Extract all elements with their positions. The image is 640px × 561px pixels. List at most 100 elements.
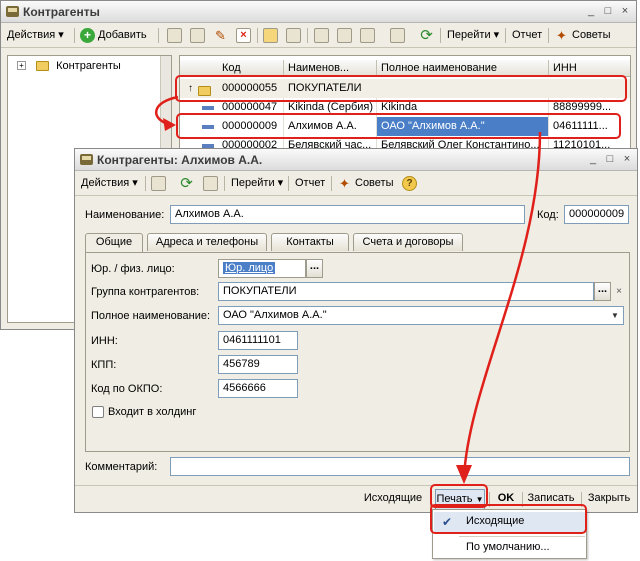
item-icon — [202, 106, 214, 110]
goto-menu-button[interactable]: Перейти ▾ — [447, 27, 499, 44]
menu-item-default[interactable]: По умолчанию... — [434, 538, 585, 558]
name-label: Наименование: — [85, 209, 165, 221]
minimize-icon[interactable]: _ — [584, 5, 598, 19]
annotation-highlight-menu-item — [430, 504, 587, 534]
close-icon[interactable]: × — [620, 153, 634, 167]
edit-icon[interactable]: ✎ — [213, 28, 228, 43]
okpo-label: Код по ОКПО: — [91, 383, 163, 395]
full-name-dropdown-icon[interactable]: ▼ — [607, 307, 623, 324]
clear-filter-icon[interactable] — [390, 28, 405, 43]
toolbar-separator — [548, 28, 549, 43]
holding-checkbox[interactable] — [92, 406, 104, 418]
comment-label: Комментарий: — [85, 461, 158, 473]
window-icon — [6, 6, 19, 17]
tab-contacts[interactable]: Контакты — [271, 233, 349, 251]
maximize-icon[interactable]: □ — [603, 153, 617, 167]
add-icon: + — [80, 28, 95, 43]
name-field[interactable]: Алхимов А.А. — [170, 205, 525, 224]
menu-item-label: По умолчанию... — [466, 541, 550, 553]
full-name-field[interactable]: ОАО "Алхимов А.А." — [218, 306, 624, 325]
tab-addresses[interactable]: Адреса и телефоны — [147, 233, 267, 251]
legal-type-label: Юр. / физ. лицо: — [91, 263, 175, 275]
outgoing-button[interactable]: Исходящие — [360, 489, 426, 510]
help-icon[interactable]: ? — [402, 176, 417, 191]
move-to-group-icon[interactable] — [286, 28, 301, 43]
dialog-tips-button[interactable]: Советы — [355, 175, 393, 192]
hierarchy-icon[interactable] — [263, 28, 278, 43]
toolbar-separator — [307, 28, 308, 43]
main-toolbar: Действия ▾ + Добавить ✎ × ⟳ Перейти ▾ От… — [1, 23, 636, 48]
toolbar-separator — [288, 176, 289, 191]
window-icon — [80, 154, 93, 165]
report-button[interactable]: Отчет — [512, 27, 542, 44]
annotation-highlight-selected-row — [176, 113, 621, 139]
add-button[interactable]: Добавить — [98, 27, 147, 44]
group-label: Группа контрагентов: — [91, 286, 200, 298]
reread-icon[interactable]: ⟳ — [179, 176, 194, 191]
dialog-toolbar: Действия ▾ ⟳ Перейти ▾ Отчет ✦ Советы ? — [75, 171, 637, 196]
close-button[interactable]: Закрыть — [583, 489, 635, 510]
close-icon[interactable]: × — [618, 5, 632, 19]
actions-label: Действия — [7, 29, 56, 41]
save-and-close-icon[interactable] — [151, 176, 166, 191]
add-group-icon[interactable] — [167, 28, 182, 43]
dialog-report-button[interactable]: Отчет — [295, 175, 325, 192]
minimize-icon[interactable]: _ — [586, 153, 600, 167]
toolbar-separator — [440, 28, 441, 43]
dialog-tabs: Общие Адреса и телефоны Контакты Счета и… — [85, 233, 630, 253]
goto-label: Перейти — [231, 177, 275, 189]
legal-type-field[interactable]: Юр. лицо — [218, 259, 306, 278]
toolbar-separator — [158, 28, 159, 43]
comment-field[interactable] — [170, 457, 630, 476]
legal-type-value: Юр. лицо — [223, 262, 276, 274]
toolbar-separator — [145, 176, 146, 191]
contractor-dialog: Контрагенты: Алхимов А.А. _ □ × Действия… — [74, 148, 638, 513]
main-window-title: Контрагенты — [23, 5, 100, 19]
group-field[interactable]: ПОКУПАТЕЛИ — [218, 282, 594, 301]
toolbar-separator — [331, 176, 332, 191]
copy-icon[interactable] — [190, 28, 205, 43]
group-clear-icon[interactable]: × — [613, 284, 625, 299]
tips-icon: ✦ — [339, 176, 350, 191]
tree-expand-icon[interactable]: + — [17, 61, 26, 70]
full-name-label: Полное наименование: — [91, 310, 211, 322]
inn-field[interactable]: 0461111101 — [218, 331, 298, 350]
maximize-icon[interactable]: □ — [601, 5, 615, 19]
tab-accounts[interactable]: Счета и договоры — [353, 233, 463, 251]
kpp-field[interactable]: 456789 — [218, 355, 298, 374]
delete-icon[interactable]: × — [236, 28, 251, 43]
toolbar-separator — [74, 28, 75, 43]
filter-history-icon[interactable] — [360, 28, 375, 43]
main-titlebar: Контрагенты _ □ × — [1, 1, 636, 23]
tree-root-item[interactable]: Контрагенты — [36, 60, 121, 72]
folder-icon — [36, 61, 49, 72]
filter-by-value-icon[interactable] — [337, 28, 352, 43]
annotation-highlight-group-row — [175, 75, 627, 102]
goto-label: Перейти — [447, 29, 491, 41]
code-field[interactable]: 000000009 — [564, 205, 629, 224]
general-tab-panel: Юр. / физ. лицо: Юр. лицо ... Группа кон… — [85, 252, 630, 452]
legal-type-select-button[interactable]: ... — [306, 259, 323, 278]
toolbar-separator — [505, 28, 506, 43]
tree-root-label: Контрагенты — [56, 60, 121, 72]
annotation-highlight-print-button — [430, 484, 488, 508]
dialog-actions-menu-button[interactable]: Действия ▾ — [81, 175, 138, 192]
toolbar-separator — [224, 176, 225, 191]
tab-general[interactable]: Общие — [85, 233, 143, 252]
kpp-label: КПП: — [91, 359, 117, 371]
tips-button[interactable]: Советы — [572, 27, 610, 44]
actions-label: Действия — [81, 177, 130, 189]
menu-separator — [459, 536, 585, 537]
dialog-titlebar: Контрагенты: Алхимов А.А. _ □ × — [75, 149, 637, 171]
okpo-field[interactable]: 4566666 — [218, 379, 298, 398]
group-select-button[interactable]: ... — [594, 282, 611, 301]
inn-label: ИНН: — [91, 335, 118, 347]
holding-label: Входит в холдинг — [108, 406, 197, 418]
dialog-title: Контрагенты: Алхимов А.А. — [97, 153, 263, 167]
actions-menu-button[interactable]: Действия ▾ — [7, 27, 64, 44]
copy-icon[interactable] — [203, 176, 218, 191]
filter-icon[interactable] — [314, 28, 329, 43]
dialog-goto-menu-button[interactable]: Перейти ▾ — [231, 175, 283, 192]
code-label: Код: — [537, 209, 559, 221]
refresh-icon[interactable]: ⟳ — [419, 28, 434, 43]
